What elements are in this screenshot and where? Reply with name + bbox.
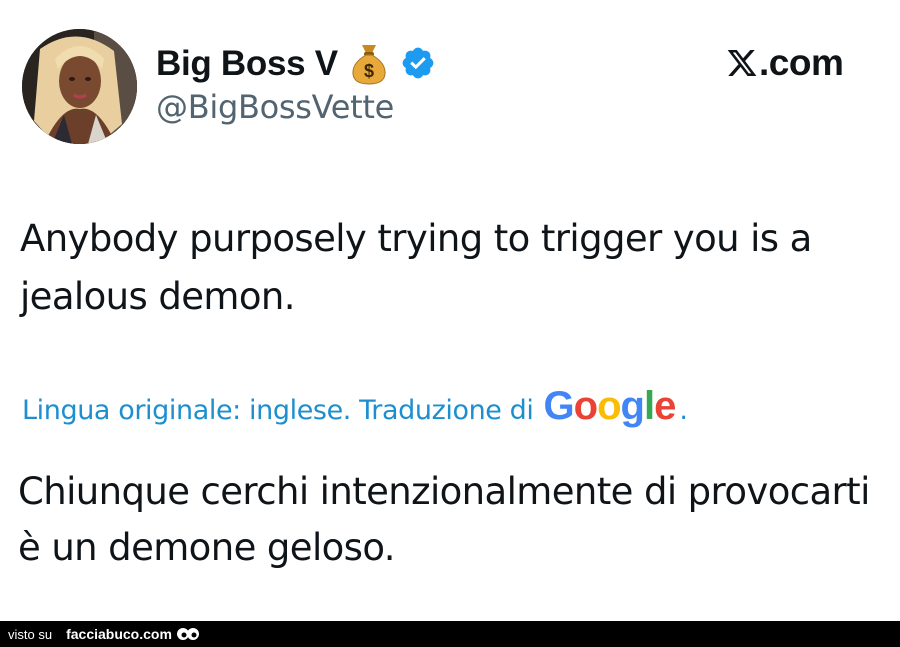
google-logo: Google (543, 384, 677, 429)
google-letter: e (654, 384, 676, 428)
verified-badge-icon[interactable] (400, 45, 436, 81)
footer-site-link[interactable]: facciabuco.com (66, 626, 172, 642)
google-letter: o (573, 384, 598, 428)
google-letter: l (643, 384, 655, 428)
svg-text:$: $ (364, 61, 374, 81)
footer-label: visto su (8, 626, 53, 642)
google-letter: G (543, 384, 575, 428)
translation-note[interactable]: Lingua originale: inglese. Traduzione di… (22, 384, 688, 429)
translation-period: . (679, 395, 688, 426)
tweet-text: Anybody purposely trying to trigger you … (20, 217, 812, 318)
source-domain: .com (759, 42, 844, 83)
google-letter: o (597, 384, 621, 428)
handle[interactable]: @BigBossVette (156, 89, 394, 125)
money-bag-icon: $ (350, 41, 388, 85)
avatar[interactable] (22, 29, 137, 144)
source-logo: .com (726, 42, 844, 83)
translation-note-text[interactable]: Lingua originale: inglese. Traduzione di (22, 395, 534, 426)
display-name[interactable]: Big Boss V (156, 46, 338, 81)
translated-text: Chiunque cerchi intenzionalmente di prov… (18, 470, 870, 569)
google-letter: g (620, 384, 645, 428)
x-logo-icon (726, 47, 758, 79)
display-name-row[interactable]: Big Boss V $ (156, 40, 436, 86)
footer-bar: visto su facciabuco.com (0, 621, 900, 647)
eyes-icon (176, 627, 200, 641)
avatar-image (22, 29, 137, 144)
